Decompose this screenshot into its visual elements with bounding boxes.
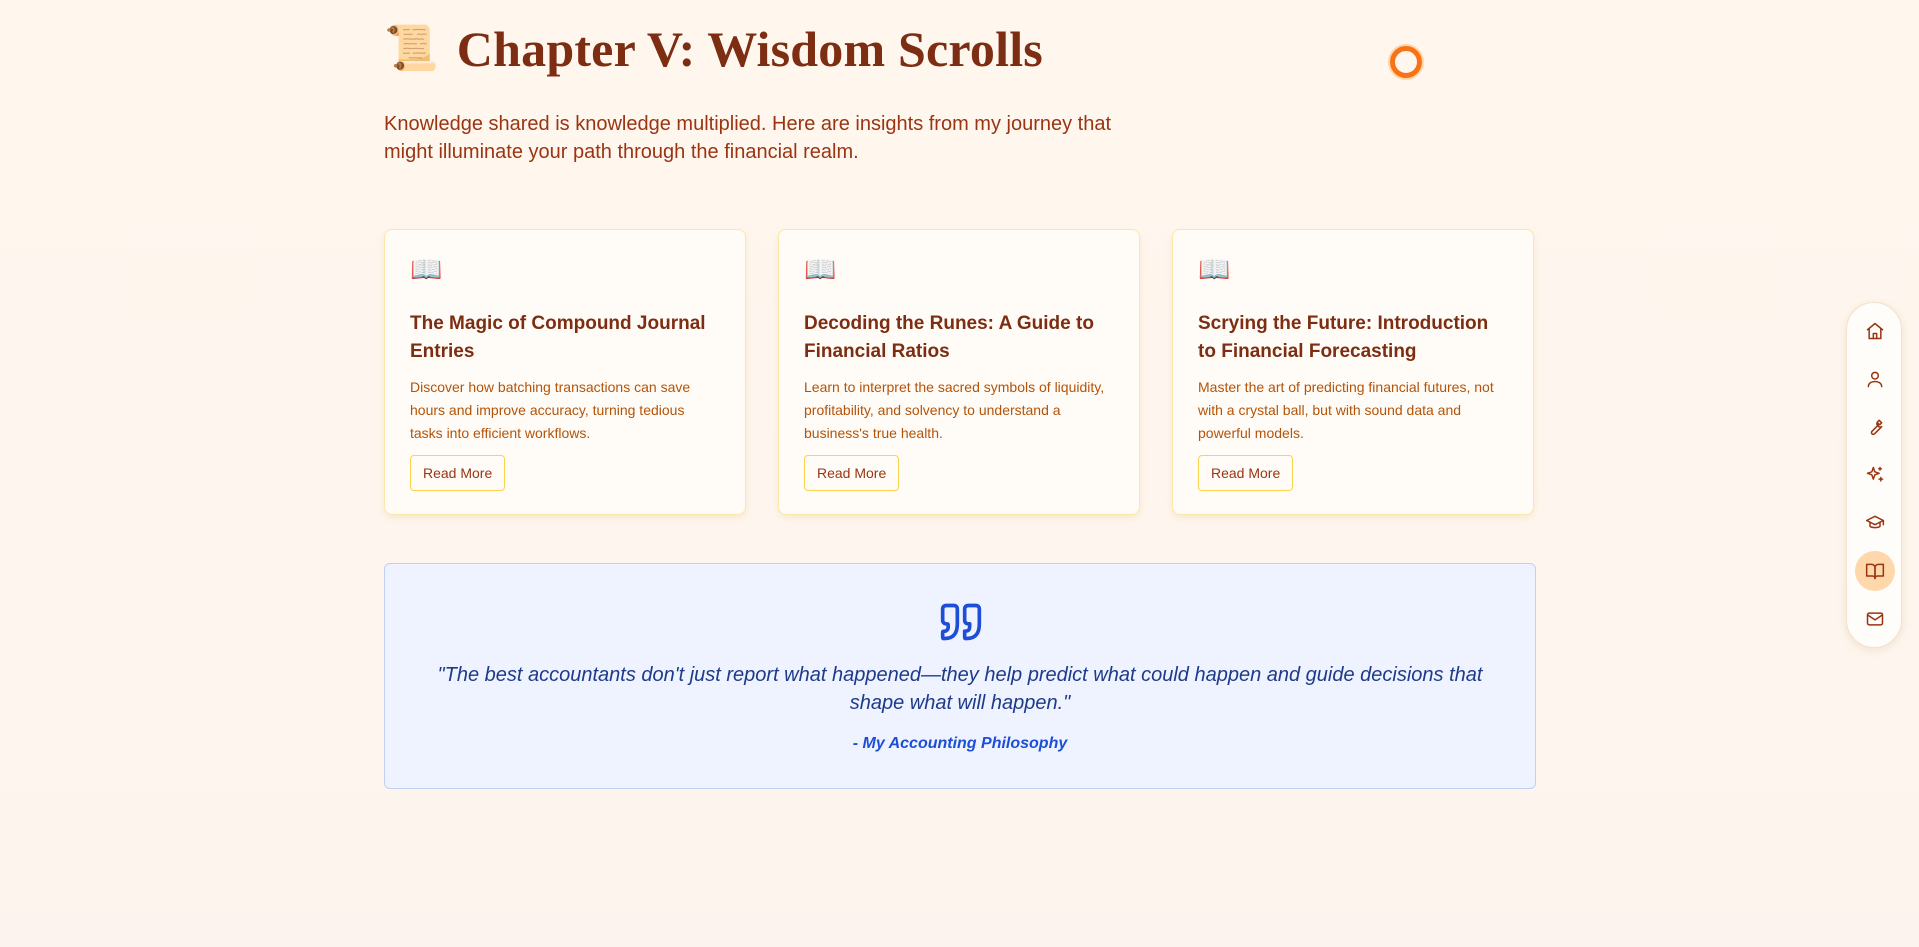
read-more-button[interactable]: Read More	[1198, 455, 1294, 491]
home-icon	[1866, 322, 1884, 340]
open-book-icon: 📖	[410, 254, 443, 284]
article-card: 📖 The Magic of Compound Journal Entries …	[384, 229, 746, 515]
quote-text: "The best accountants don't just report …	[437, 664, 1483, 714]
article-card: 📖 Scrying the Future: Introduction to Fi…	[1172, 229, 1534, 515]
read-more-button[interactable]: Read More	[410, 455, 506, 491]
nav-education[interactable]	[1855, 503, 1895, 543]
page-title: Chapter V: Wisdom Scrolls	[456, 21, 1043, 77]
open-book-icon: 📖	[1198, 254, 1231, 284]
intro-text: Knowledge shared is knowledge multiplied…	[384, 113, 1112, 163]
nav-about[interactable]	[1855, 359, 1895, 399]
card-title: The Magic of Compound Journal Entries	[410, 313, 706, 362]
nav-home[interactable]	[1855, 311, 1895, 351]
quote-icon	[940, 603, 982, 641]
article-card: 📖 Decoding the Runes: A Guide to Financi…	[778, 229, 1140, 515]
mail-icon	[1866, 612, 1884, 626]
read-more-button[interactable]: Read More	[804, 455, 900, 491]
philosophy-quote: "The best accountants don't just report …	[384, 563, 1536, 789]
nav-skills[interactable]	[1855, 407, 1895, 447]
title-row: 📜 Chapter V: Wisdom Scrolls	[384, 20, 1043, 78]
nav-wisdom-scrolls[interactable]	[1855, 551, 1895, 591]
card-title: Scrying the Future: Introduction to Fina…	[1198, 313, 1489, 362]
card-description: Learn to interpret the sacred symbols of…	[804, 379, 1105, 441]
card-description: Discover how batching transactions can s…	[410, 379, 691, 441]
user-icon	[1867, 371, 1883, 388]
sparkles-icon	[1866, 466, 1884, 482]
card-title: Decoding the Runes: A Guide to Financial…	[804, 313, 1094, 362]
open-book-icon: 📖	[804, 254, 837, 284]
book-open-icon	[1865, 563, 1885, 580]
graduation-cap-icon	[1865, 515, 1885, 529]
scroll-icon: 📜	[384, 24, 439, 73]
card-description: Master the art of predicting financial f…	[1198, 379, 1494, 441]
nav-contact[interactable]	[1855, 599, 1895, 639]
wrench-icon	[1870, 419, 1883, 436]
side-navigation	[1846, 302, 1902, 648]
nav-projects[interactable]	[1855, 455, 1895, 495]
loading-ring-icon	[1390, 46, 1422, 78]
article-cards: 📖 The Magic of Compound Journal Entries …	[384, 229, 1536, 515]
quote-author: - My Accounting Philosophy	[852, 735, 1068, 752]
